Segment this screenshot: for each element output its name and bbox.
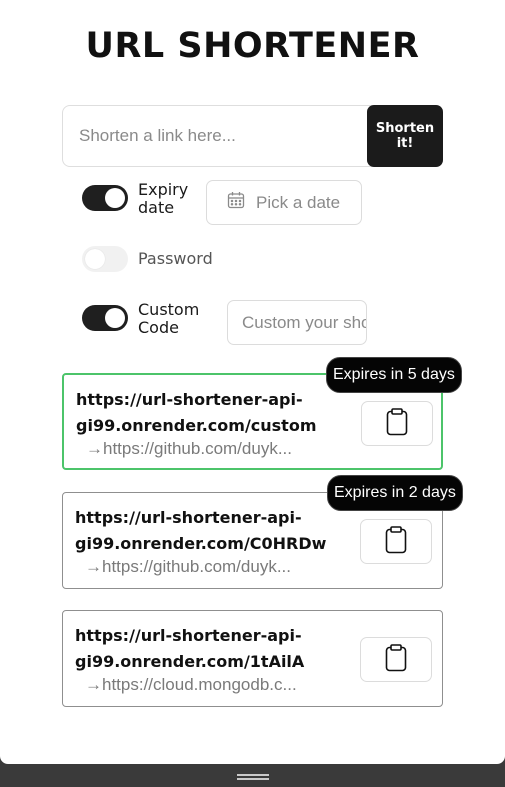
page-title: URL SHORTENER	[85, 26, 420, 66]
expiry-toggle[interactable]	[82, 185, 128, 211]
original-url: →https://cloud.mongodb.c...	[85, 675, 315, 695]
expiry-label: Expiry date	[138, 181, 188, 217]
toggle-knob	[105, 188, 125, 208]
copy-button[interactable]	[361, 401, 433, 446]
original-url-text: https://github.com/duyk...	[102, 557, 291, 576]
shorten-button[interactable]: Shorten it!	[367, 105, 443, 167]
short-url-line1: https://url-shortener-api-	[76, 390, 303, 409]
short-url[interactable]: https://url-shortener-api- gi99.onrender…	[75, 623, 335, 675]
toggle-knob	[105, 308, 125, 328]
short-url[interactable]: https://url-shortener-api- gi99.onrender…	[75, 505, 335, 557]
copy-button[interactable]	[360, 637, 432, 682]
short-url-line2: gi99.onrender.com/C0HRDw	[75, 534, 327, 553]
toggle-knob	[85, 249, 105, 269]
short-url-line1: https://url-shortener-api-	[75, 508, 302, 527]
copy-button[interactable]	[360, 519, 432, 564]
short-url-line2: gi99.onrender.com/custom	[76, 416, 317, 435]
bottom-bar	[0, 764, 505, 787]
password-label: Password	[138, 249, 213, 268]
original-url-text: https://github.com/duyk...	[103, 439, 292, 458]
expiry-badge: Expires in 2 days	[327, 475, 463, 511]
app-card: URL SHORTENER Shorten it! Expiry date Pi…	[0, 0, 505, 764]
date-placeholder: Pick a date	[256, 192, 341, 212]
short-url-line1: https://url-shortener-api-	[75, 626, 302, 645]
link-card: https://url-shortener-api- gi99.onrender…	[62, 610, 443, 707]
short-url[interactable]: https://url-shortener-api- gi99.onrender…	[76, 387, 336, 439]
original-url: →https://github.com/duyk...	[85, 557, 315, 577]
expiry-label-line1: Expiry	[138, 180, 189, 199]
arrow-right-icon: →	[85, 675, 102, 694]
url-input[interactable]	[62, 105, 372, 167]
clipboard-icon	[385, 643, 407, 676]
expiry-label-line2: date	[138, 198, 175, 217]
calendar-icon	[227, 191, 245, 214]
custom-code-label-line2: Code	[138, 318, 179, 337]
custom-code-input[interactable]	[227, 300, 367, 345]
custom-code-label: Custom Code	[138, 301, 199, 337]
clipboard-icon	[386, 407, 408, 440]
custom-code-toggle[interactable]	[82, 305, 128, 331]
arrow-right-icon: →	[85, 557, 102, 576]
password-toggle[interactable]	[82, 246, 128, 272]
original-url: →https://github.com/duyk...	[86, 439, 316, 459]
custom-code-label-line1: Custom	[138, 300, 200, 319]
clipboard-icon	[385, 525, 407, 558]
short-url-line2: gi99.onrender.com/1tAilA	[75, 652, 305, 671]
resize-handle[interactable]	[237, 774, 269, 780]
expiry-badge: Expires in 5 days	[326, 357, 462, 393]
original-url-text: https://cloud.mongodb.c...	[102, 675, 297, 694]
arrow-right-icon: →	[86, 439, 103, 458]
date-picker-button[interactable]: Pick a date	[206, 180, 362, 225]
